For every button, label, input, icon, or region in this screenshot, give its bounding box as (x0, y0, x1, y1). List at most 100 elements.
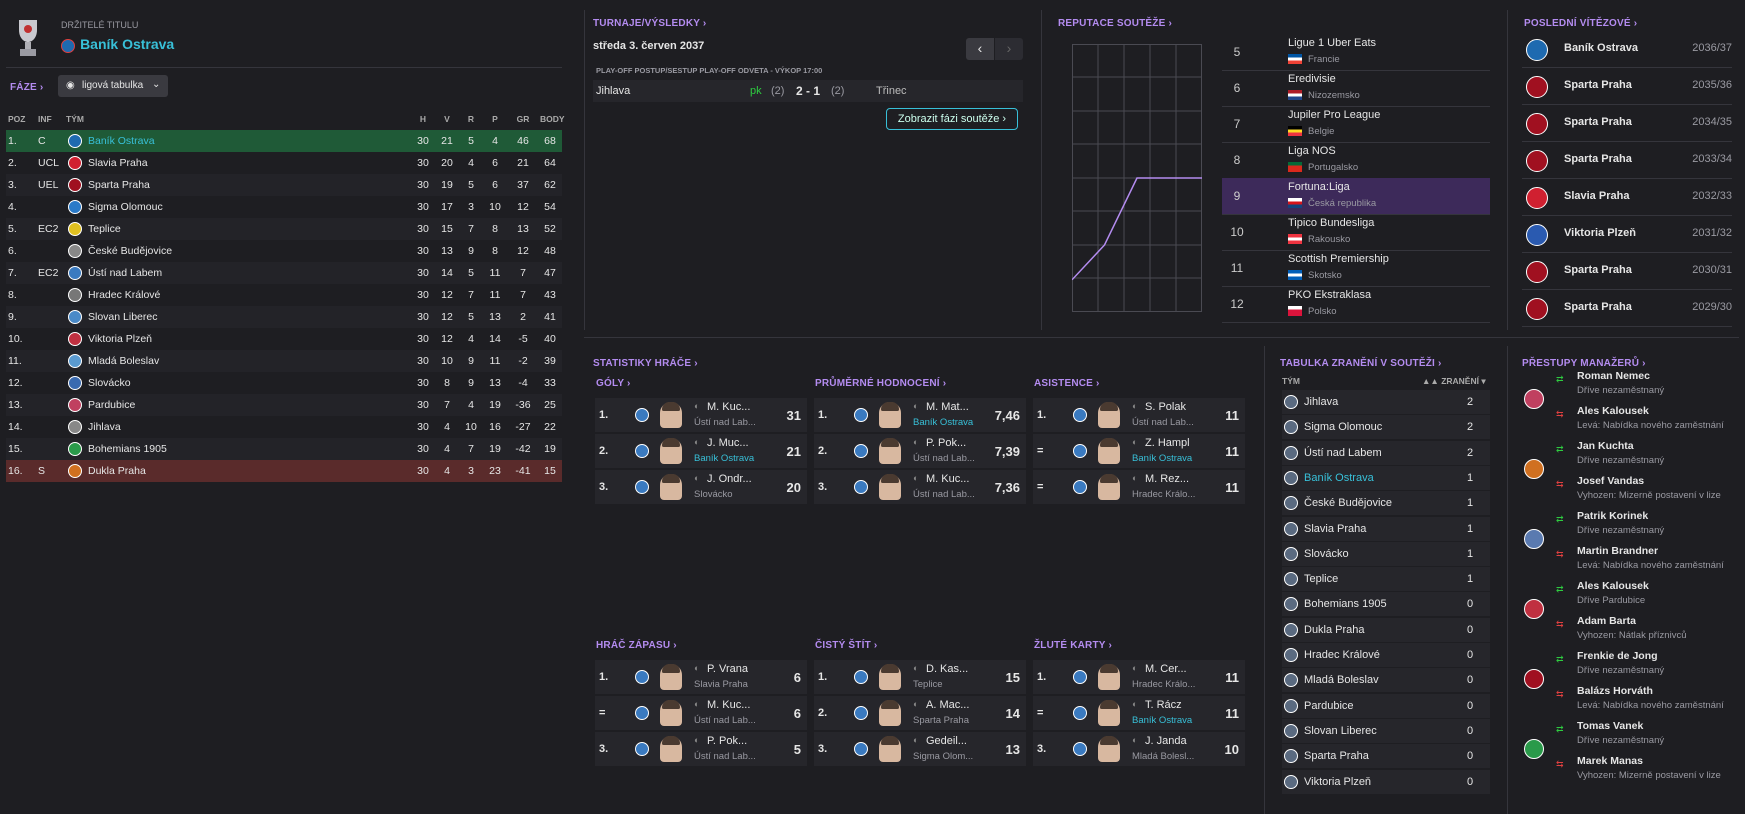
team-name[interactable]: České Budějovice (88, 245, 172, 257)
injury-row[interactable]: Hradec Králové 0 (1282, 643, 1490, 667)
injury-row[interactable]: Dukla Praha 0 (1282, 617, 1490, 642)
table-row[interactable]: 4. Sigma Olomouc 30 17 3 10 12 54 (6, 196, 562, 218)
stat-assists-title[interactable]: ASISTENCE › (1034, 378, 1100, 389)
table-row[interactable]: 11. Mladá Boleslav 30 10 9 11 -2 39 (6, 350, 562, 372)
col-poz[interactable]: POZ (8, 114, 25, 124)
reputation-row[interactable]: 9 Fortuna:Liga Česká republika (1222, 178, 1490, 215)
injury-row[interactable]: Slovácko 1 (1282, 541, 1490, 566)
holder-team[interactable]: Baník Ostrava (61, 36, 174, 54)
winner-row[interactable]: Sparta Praha 2030/31 (1522, 253, 1732, 290)
injury-row[interactable]: Viktoria Plzeň 0 (1282, 769, 1490, 794)
transfer-row[interactable]: Patrik Korinek Dříve nezaměstnaný (1575, 508, 1745, 542)
col-gr[interactable]: GR (512, 114, 534, 124)
reputation-row[interactable]: 7 Jupiler Pro League Belgie (1222, 106, 1490, 143)
reputation-row[interactable]: 11 Scottish Premiership Skotsko (1222, 250, 1490, 287)
team-name[interactable]: Jihlava (88, 421, 121, 433)
stat-motm-title[interactable]: HRÁČ ZÁPASU › (596, 640, 677, 651)
table-row[interactable]: 5. EC2 Teplice 30 15 7 8 13 52 (6, 218, 562, 240)
table-row[interactable]: 8. Hradec Králové 30 12 7 11 7 43 (6, 284, 562, 306)
stat-row[interactable]: 3. ◐ P. Pok... Ústí nad Lab... 5 (595, 732, 807, 766)
table-row[interactable]: 14. Jihlava 30 4 10 16 -27 22 (6, 416, 562, 438)
table-row[interactable]: 9. Slovan Liberec 30 12 5 13 2 41 (6, 306, 562, 328)
winner-row[interactable]: Sparta Praha 2033/34 (1522, 142, 1732, 179)
table-row[interactable]: 10. Viktoria Plzeň 30 12 4 14 -5 40 (6, 328, 562, 350)
team-name[interactable]: Ústí nad Labem (88, 267, 162, 279)
winner-row[interactable]: Sparta Praha 2034/35 (1522, 105, 1732, 142)
transfer-row[interactable]: Frenkie de Jong Dříve nezaměstnaný (1575, 648, 1745, 682)
stat-clean_sheets-title[interactable]: ČISTÝ ŠTÍT › (815, 640, 877, 651)
col-r[interactable]: R (462, 114, 480, 124)
tournaments-title[interactable]: TURNAJE/VÝSLEDKY › (593, 18, 706, 29)
injury-row[interactable]: Slavia Praha 1 (1282, 516, 1490, 541)
injury-row[interactable]: Mladá Boleslav 0 (1282, 668, 1490, 693)
player-stats-title[interactable]: STATISTIKY HRÁČE › (593, 358, 698, 369)
stat-row[interactable]: 3. ◐ J. Ondr... Slovácko 20 (595, 470, 807, 504)
table-row[interactable]: 3. UEL Sparta Praha 30 19 5 6 37 62 (6, 174, 562, 196)
table-row[interactable]: 1. C Baník Ostrava 30 21 5 4 46 68 (6, 130, 562, 152)
stat-row[interactable]: 1. ◐ P. Vrana Slavia Praha 6 (595, 660, 807, 694)
stat-row[interactable]: 3. ◐ M. Kuc... Ústí nad Lab... 7,36 (814, 470, 1026, 504)
injury-row[interactable]: Jihlava 2 (1282, 390, 1490, 414)
team-name[interactable]: Hradec Králové (88, 289, 160, 301)
team-name[interactable]: Sigma Olomouc (88, 201, 163, 213)
team-name[interactable]: Slovan Liberec (88, 311, 157, 323)
winner-row[interactable]: Sparta Praha 2035/36 (1522, 68, 1732, 105)
stat-row[interactable]: 1. ◐ M. Cer... Hradec Králo... 11 (1033, 660, 1245, 694)
col-inf[interactable]: INF (38, 114, 52, 124)
team-name[interactable]: Pardubice (88, 399, 135, 411)
col-p[interactable]: P (486, 114, 504, 124)
team-name[interactable]: Dukla Praha (88, 465, 146, 477)
team-name[interactable]: Teplice (88, 223, 121, 235)
col-team[interactable]: TÝM (66, 114, 84, 124)
col-v[interactable]: V (438, 114, 456, 124)
injury-row[interactable]: Bohemians 1905 0 (1282, 592, 1490, 617)
team-name[interactable]: Slovácko (88, 377, 131, 389)
winners-title[interactable]: POSLEDNÍ VÍTĚZOVÉ › (1524, 18, 1637, 29)
stat-row[interactable]: = ◐ T. Rácz Baník Ostrava 11 (1033, 696, 1245, 730)
transfer-row[interactable]: Jan Kuchta Dříve nezaměstnaný (1575, 438, 1745, 472)
stat-row[interactable]: 1. ◐ S. Polak Ústí nad Lab... 11 (1033, 398, 1245, 432)
transfer-row[interactable]: Adam Barta Vyhozen: Nátlak příznivců (1575, 613, 1745, 647)
reputation-title[interactable]: REPUTACE SOUTĚŽE › (1058, 18, 1172, 29)
stat-row[interactable]: = ◐ Z. Hampl Baník Ostrava 11 (1033, 434, 1245, 468)
injury-row[interactable]: Baník Ostrava 1 (1282, 465, 1490, 490)
stat-row[interactable]: 3. ◐ J. Janda Mladá Bolesl... 10 (1033, 732, 1245, 766)
phase-label[interactable]: FÁZE › (10, 82, 43, 93)
winner-row[interactable]: Baník Ostrava 2036/37 (1522, 31, 1732, 68)
reputation-row[interactable]: 6 Eredivisie Nizozemsko (1222, 70, 1490, 107)
team-name[interactable]: Bohemians 1905 (88, 443, 167, 455)
injury-row[interactable]: Slovan Liberec 0 (1282, 718, 1490, 743)
table-row[interactable]: 15. Bohemians 1905 30 4 7 19 -42 19 (6, 438, 562, 460)
team-name[interactable]: Mladá Boleslav (88, 355, 159, 367)
stat-row[interactable]: 1. ◐ D. Kas... Teplice 15 (814, 660, 1026, 694)
transfer-row[interactable]: Ales Kalousek Levá: Nabídka nového zaměst… (1575, 403, 1745, 437)
transfer-row[interactable]: Josef Vandas Vyhozen: Mizerně postavení v… (1575, 473, 1745, 507)
winner-row[interactable]: Sparta Praha 2029/30 (1522, 290, 1732, 327)
injuries-title[interactable]: TABULKA ZRANĚNÍ V SOUTĚŽI › (1280, 358, 1442, 369)
stat-row[interactable]: 2. ◐ A. Mac... Sparta Praha 14 (814, 696, 1026, 730)
reputation-row[interactable]: 10 Tipico Bundesliga Rakousko (1222, 214, 1490, 251)
table-row[interactable]: 16. S Dukla Praha 30 4 3 23 -41 15 (6, 460, 562, 482)
stat-row[interactable]: = ◐ M. Kuc... Ústí nad Lab... 6 (595, 696, 807, 730)
injury-row[interactable]: Pardubice 0 (1282, 693, 1490, 718)
transfer-row[interactable]: Ales Kalousek Dříve Pardubice (1575, 578, 1745, 612)
injury-row[interactable]: Teplice 1 (1282, 567, 1490, 592)
reputation-row[interactable]: 5 Ligue 1 Uber Eats Francie (1222, 34, 1490, 71)
transfer-row[interactable]: Marek Manas Vyhozen: Mizerně postavení v … (1575, 753, 1745, 787)
team-name[interactable]: Viktoria Plzeň (88, 333, 152, 345)
table-row[interactable]: 7. EC2 Ústí nad Labem 30 14 5 11 7 47 (6, 262, 562, 284)
stat-goals-title[interactable]: GÓLY › (596, 378, 631, 389)
table-row[interactable]: 13. Pardubice 30 7 4 19 -36 25 (6, 394, 562, 416)
stat-yellow-title[interactable]: ŽLUTÉ KARTY › (1034, 640, 1112, 651)
col-h[interactable]: H (414, 114, 432, 124)
stat-row[interactable]: 1. ◐ M. Mat... Baník Ostrava 7,46 (814, 398, 1026, 432)
col-injury-team[interactable]: TÝM (1282, 376, 1300, 386)
injury-row[interactable]: Sparta Praha 0 (1282, 744, 1490, 769)
reputation-row[interactable]: 12 PKO Ekstraklasa Polsko (1222, 286, 1490, 323)
reputation-row[interactable]: 8 Liga NOS Portugalsko (1222, 142, 1490, 179)
prev-date-button[interactable]: ‹ (966, 38, 994, 60)
stat-ratings-title[interactable]: PRŮMĚRNÉ HODNOCENÍ › (815, 378, 946, 389)
col-body[interactable]: BODY (540, 114, 565, 124)
phase-dropdown[interactable]: ◉ ligová tabulka ⌄ (58, 75, 168, 97)
col-injuries[interactable]: ▲▲ ZRANĚNÍ ▾ (1422, 376, 1486, 387)
